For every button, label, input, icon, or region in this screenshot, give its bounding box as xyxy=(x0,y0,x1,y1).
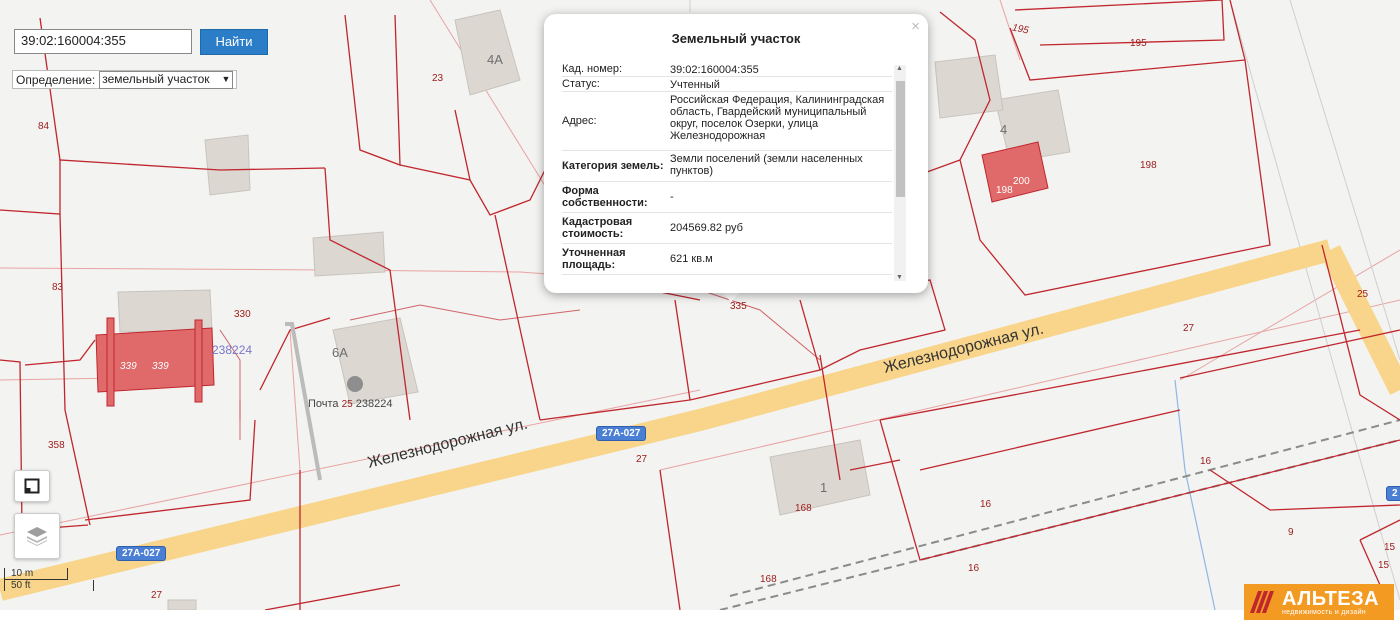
attribute-key: Кад. номер: xyxy=(562,63,623,75)
attribute-key: Форма собственности: xyxy=(562,185,648,209)
attribute-row: Кадастровая стоимость: 204569.82 руб xyxy=(562,213,892,244)
search-button[interactable]: Найти xyxy=(200,29,268,55)
parcel-number: 200 xyxy=(1013,176,1030,187)
road-shield: 2 xyxy=(1386,486,1400,501)
building-number: 4А xyxy=(487,52,503,67)
scroll-up-icon[interactable]: ▲ xyxy=(896,65,903,72)
parcel-number: 27 xyxy=(636,454,648,465)
postcode-label: 238224 xyxy=(212,343,253,357)
parcel-number: 358 xyxy=(48,440,65,451)
post-office-icon[interactable] xyxy=(347,376,363,392)
parcel-number: 195 xyxy=(1130,38,1147,49)
attribute-row: Уточненная площадь: 621 кв.м xyxy=(562,244,892,275)
definition-select[interactable]: земельный участок ▼ xyxy=(99,70,234,89)
attribute-value: - xyxy=(670,191,674,203)
attribute-value: 621 кв.м xyxy=(670,253,713,265)
parcel-number: 15 xyxy=(1378,560,1390,571)
parcel-number: 27 xyxy=(151,590,163,601)
layers-icon xyxy=(27,527,47,546)
definition-selector: Определение: земельный участок ▼ xyxy=(12,70,238,89)
parcel-attributes: Кад. номер: 39:02:160004:355 Статус: Учт… xyxy=(562,62,892,287)
attribute-value: Учтенный xyxy=(670,79,720,91)
attribute-key: Статус: xyxy=(562,78,600,90)
parcel-number: 335 xyxy=(730,301,747,312)
parcel-number: 27 xyxy=(1183,323,1195,334)
parcel-number: 330 xyxy=(234,309,251,320)
attribute-key: Кадастровая стоимость: xyxy=(562,216,633,240)
popup-scrollbar[interactable]: ▲ ▼ xyxy=(894,65,906,281)
scrollbar-thumb[interactable] xyxy=(896,81,905,197)
scale-bar: 10 m 50 ft xyxy=(4,568,94,591)
building-number: 1 xyxy=(820,480,828,495)
fullscreen-button[interactable] xyxy=(14,470,50,502)
road-shield: 27А-027 xyxy=(116,546,167,561)
parcel-number: 16 xyxy=(1200,456,1212,467)
attribute-value: Российская Федерация, Калининградская об… xyxy=(670,94,885,142)
brand-name: АЛЬТЕЗА xyxy=(1282,587,1380,610)
parcel-number: 16 xyxy=(980,499,992,510)
fullscreen-icon xyxy=(24,478,40,494)
building-number: 339 xyxy=(152,361,169,372)
parcel-number: 83 xyxy=(52,282,64,293)
layers-button[interactable] xyxy=(14,513,60,559)
parcel-number: 168 xyxy=(760,574,777,585)
attribute-value: 204569.82 руб xyxy=(670,222,743,234)
building-number: 4 xyxy=(1000,122,1008,137)
building-number: 6А xyxy=(332,345,348,360)
road-shield: 27А-027 xyxy=(596,426,647,441)
definition-label: Определение: xyxy=(16,72,96,87)
parcel-number: 198 xyxy=(1140,160,1157,171)
parcel-number: 25 xyxy=(1357,289,1369,300)
parcel-number: 198 xyxy=(996,185,1013,196)
parcel-number: 9 xyxy=(1288,527,1294,538)
attribute-row: Категория земель: Земли поселений (земли… xyxy=(562,151,892,182)
scroll-down-icon[interactable]: ▼ xyxy=(896,274,903,281)
post-office-label: Почта 25 238224 xyxy=(308,398,393,410)
parcel-number: 84 xyxy=(38,121,50,132)
cadastral-search-input[interactable]: 39:02:160004:355 xyxy=(14,29,192,54)
attribute-key: Уточненная площадь: xyxy=(562,247,626,271)
attribute-key: Адрес: xyxy=(562,115,597,127)
brand-logo: АЛЬТЕЗА недвижимость и дизайн xyxy=(1244,584,1394,620)
attribute-row: Адрес: Российская Федерация, Калининград… xyxy=(562,92,892,151)
building-number: 339 xyxy=(120,361,137,372)
parcel-number: 15 xyxy=(1384,542,1396,553)
attribute-value: 39:02:160004:355 xyxy=(670,64,759,76)
attribute-row: Форма собственности: - xyxy=(562,182,892,213)
parcel-info-popup: × Земельный участок Кад. номер: 39:02:16… xyxy=(544,14,928,293)
parcel-number: 168 xyxy=(795,503,812,514)
brand-tagline: недвижимость и дизайн xyxy=(1282,608,1366,616)
attribute-row: Статус: Учтенный xyxy=(562,77,892,92)
attribute-key: Категория земель: xyxy=(562,160,664,172)
parcel-number: 23 xyxy=(432,73,444,84)
parcel-number: 16 xyxy=(968,563,980,574)
chevron-down-icon: ▼ xyxy=(221,74,231,84)
brand-mark-icon xyxy=(1250,591,1274,613)
attribute-value: Земли поселений (земли населенных пункто… xyxy=(670,153,863,177)
popup-title: Земельный участок xyxy=(671,31,801,46)
attribute-row: Кад. номер: 39:02:160004:355 xyxy=(562,62,892,77)
